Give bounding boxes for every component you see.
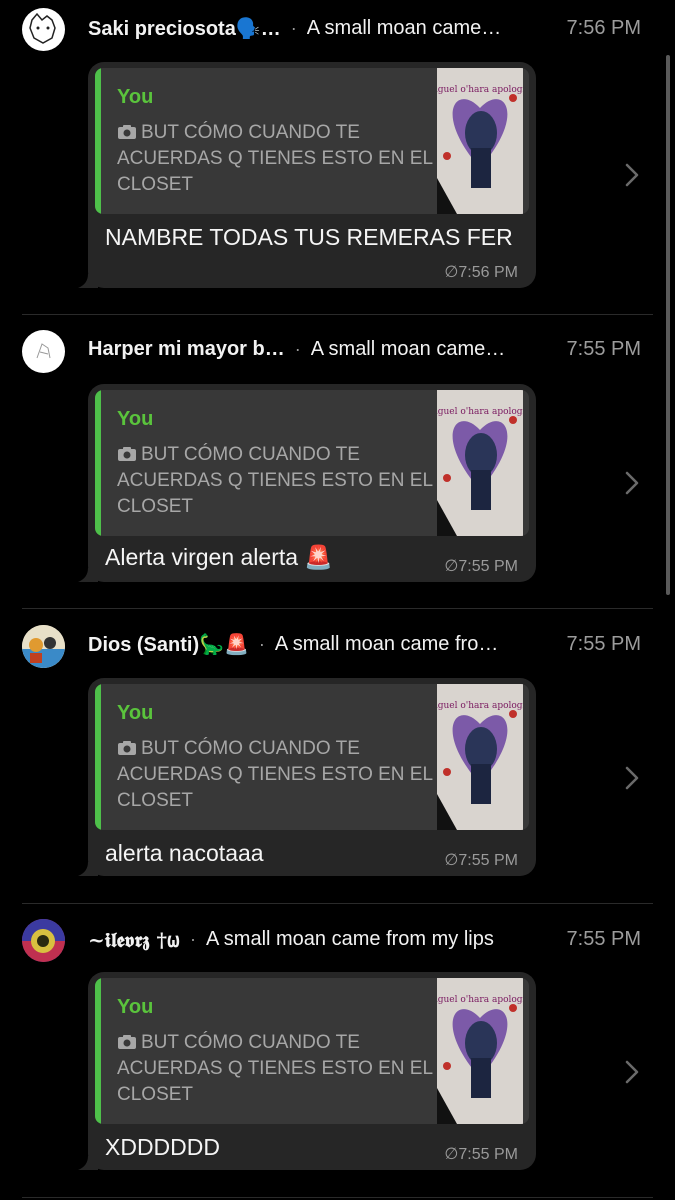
- message-header: ~𝖎𝖑𝖊𝖛𝖗𝖟 †𐐶 · A small moan came from my l…: [88, 926, 641, 953]
- message-header: Dios (Santi)🦕🚨 · A small moan came fro… …: [88, 632, 641, 657]
- quote-text-content: BUT CÓMO CUANDO TE ACUERDAS Q TIENES EST…: [117, 1032, 433, 1105]
- photo-thumbnail[interactable]: miguel o'hara apologist: [437, 684, 523, 830]
- quote-bar: [95, 978, 101, 1124]
- message-text: alerta nacotaaa: [105, 840, 264, 866]
- chevron-right-icon[interactable]: [624, 470, 640, 496]
- quoted-message[interactable]: You BUT CÓMO CUANDO TE ACUERDAS Q TIENES…: [95, 978, 529, 1124]
- photo-thumbnail[interactable]: miguel o'hara apologist: [437, 390, 523, 536]
- avatar: [22, 330, 65, 373]
- group-name: A small moan came from my lips: [206, 928, 494, 950]
- message-meta: ∅7:55 PM: [444, 1146, 518, 1163]
- bubble-tail: [78, 568, 98, 582]
- avatar: [22, 919, 65, 962]
- bubble-tail: [78, 862, 98, 876]
- message-text: NAMBRE TODAS TUS REMERAS FER: [105, 224, 513, 250]
- quote-bar: [95, 390, 101, 536]
- timestamp: 7:55 PM: [566, 338, 641, 360]
- camera-icon: [118, 447, 136, 461]
- divider: [22, 1197, 653, 1198]
- divider: [22, 903, 653, 904]
- sender-name: Harper mi mayor b…: [88, 338, 285, 360]
- photo-thumbnail[interactable]: miguel o'hara apologist: [437, 68, 523, 214]
- bubble-tail: [78, 274, 98, 288]
- sender-name: Saki preciosota🗣️…: [88, 18, 281, 40]
- message-bubble[interactable]: You BUT CÓMO CUANDO TE ACUERDAS Q TIENES…: [78, 972, 536, 1170]
- message-bubble[interactable]: You BUT CÓMO CUANDO TE ACUERDAS Q TIENES…: [78, 62, 536, 288]
- scrollbar[interactable]: [666, 55, 670, 595]
- quote-author: You: [117, 702, 154, 724]
- thumb-print: miguel o'hara apologist: [437, 85, 523, 95]
- camera-icon: [118, 1035, 136, 1049]
- message-header: Saki preciosota🗣️… · A small moan came… …: [88, 16, 641, 41]
- quote-author: You: [117, 86, 154, 108]
- message-bubble[interactable]: You BUT CÓMO CUANDO TE ACUERDAS Q TIENES…: [78, 678, 536, 876]
- photo-thumbnail[interactable]: miguel o'hara apologist: [437, 978, 523, 1124]
- starred-messages-screen: Saki preciosota🗣️… · A small moan came… …: [0, 0, 675, 1200]
- message-bubble[interactable]: You BUT CÓMO CUANDO TE ACUERDAS Q TIENES…: [78, 384, 536, 582]
- quote-author: You: [117, 408, 154, 430]
- group-name: A small moan came…: [306, 17, 502, 39]
- thumb-print: miguel o'hara apologist: [437, 407, 523, 417]
- quote-text: BUT CÓMO CUANDO TE ACUERDAS Q TIENES EST…: [117, 120, 437, 198]
- sender-name: ~𝖎𝖑𝖊𝖛𝖗𝖟 †𐐶: [88, 928, 180, 952]
- quote-text-content: BUT CÓMO CUANDO TE ACUERDAS Q TIENES EST…: [117, 122, 433, 195]
- quote-author: You: [117, 996, 154, 1018]
- avatar: [22, 625, 65, 668]
- quote-text: BUT CÓMO CUANDO TE ACUERDAS Q TIENES EST…: [117, 1030, 437, 1108]
- quote-text-content: BUT CÓMO CUANDO TE ACUERDAS Q TIENES EST…: [117, 444, 433, 517]
- camera-icon: [118, 125, 136, 139]
- camera-icon: [118, 741, 136, 755]
- group-name: A small moan came fro…: [274, 633, 499, 655]
- divider: [22, 314, 653, 315]
- separator: ·: [258, 634, 265, 654]
- chevron-right-icon[interactable]: [624, 162, 640, 188]
- quoted-message[interactable]: You BUT CÓMO CUANDO TE ACUERDAS Q TIENES…: [95, 390, 529, 536]
- thumb-print: miguel o'hara apologist: [437, 995, 523, 1005]
- divider: [22, 608, 653, 609]
- timestamp: 7:55 PM: [566, 928, 641, 950]
- avatar: [22, 8, 65, 51]
- quoted-message[interactable]: You BUT CÓMO CUANDO TE ACUERDAS Q TIENES…: [95, 684, 529, 830]
- message-text: Alerta virgen alerta 🚨: [105, 544, 334, 570]
- message-text: XDDDDDD: [105, 1134, 220, 1160]
- quote-text: BUT CÓMO CUANDO TE ACUERDAS Q TIENES EST…: [117, 442, 437, 520]
- message-meta: ∅7:55 PM: [444, 852, 518, 869]
- quote-text-content: BUT CÓMO CUANDO TE ACUERDAS Q TIENES EST…: [117, 738, 433, 811]
- thumb-print: miguel o'hara apologist: [437, 701, 523, 711]
- sender-name: Dios (Santi)🦕🚨: [88, 634, 249, 656]
- quoted-message[interactable]: You BUT CÓMO CUANDO TE ACUERDAS Q TIENES…: [95, 68, 529, 214]
- timestamp: 7:56 PM: [566, 17, 641, 39]
- timestamp: 7:55 PM: [566, 633, 641, 655]
- chevron-right-icon[interactable]: [624, 1059, 640, 1085]
- group-name: A small moan came…: [310, 338, 506, 360]
- separator: ·: [190, 929, 196, 949]
- quote-bar: [95, 684, 101, 830]
- chevron-right-icon[interactable]: [624, 765, 640, 791]
- message-header: Harper mi mayor b… · A small moan came… …: [88, 338, 641, 361]
- message-meta: ∅7:56 PM: [444, 264, 518, 281]
- quote-text: BUT CÓMO CUANDO TE ACUERDAS Q TIENES EST…: [117, 736, 437, 814]
- separator: ·: [290, 18, 297, 38]
- bubble-tail: [78, 1156, 98, 1170]
- separator: ·: [294, 339, 301, 359]
- message-meta: ∅7:55 PM: [444, 558, 518, 575]
- quote-bar: [95, 68, 101, 214]
